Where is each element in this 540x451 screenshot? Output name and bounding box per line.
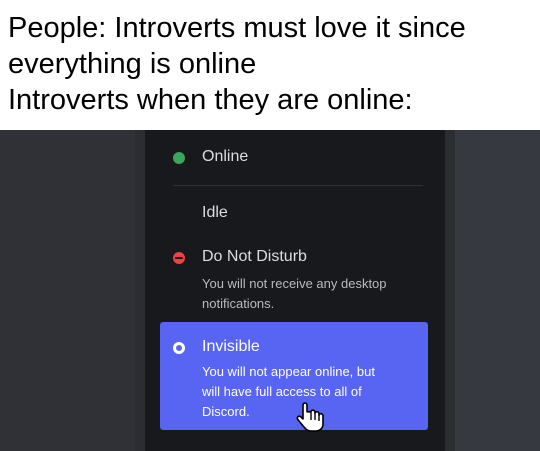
chat-area-background [455,130,540,451]
channel-sidebar-background [0,130,135,451]
dnd-description-line-1: You will not receive any desktop [202,276,387,291]
status-option-online[interactable]: Online [157,148,432,170]
caption-line-1: People: Introverts must love it since [8,12,466,44]
discord-screenshot: Online Idle Do Not Disturb You will not … [0,130,540,451]
status-option-do-not-disturb[interactable]: Do Not Disturb You will not receive any … [157,248,432,318]
dnd-description-line-2: notifications. [202,296,275,311]
online-status-icon [173,152,185,164]
status-menu: Online Idle Do Not Disturb You will not … [145,130,445,451]
caption-line-2: everything is online [8,48,257,80]
idle-moon-icon [172,209,183,220]
menu-divider [173,185,423,186]
do-not-disturb-icon [173,252,185,264]
invisible-description-line-2: will have full access to all of [202,384,362,399]
invisible-description-line-1: You will not appear online, but [202,364,375,379]
status-option-invisible[interactable]: Invisible You will not appear online, bu… [160,322,428,432]
status-invisible-label: Invisible [202,338,260,355]
status-idle-label: Idle [202,204,228,221]
hand-pointer-icon [296,402,324,432]
status-dnd-label: Do Not Disturb [202,248,307,265]
status-option-idle[interactable]: Idle [157,204,432,226]
meme-caption: People: Introverts must love it since ev… [8,10,538,118]
status-online-label: Online [202,148,249,165]
caption-line-3: Introverts when they are online: [8,84,413,116]
invisible-status-icon [173,342,185,354]
status-dnd-description: You will not receive any desktop notific… [202,274,427,314]
